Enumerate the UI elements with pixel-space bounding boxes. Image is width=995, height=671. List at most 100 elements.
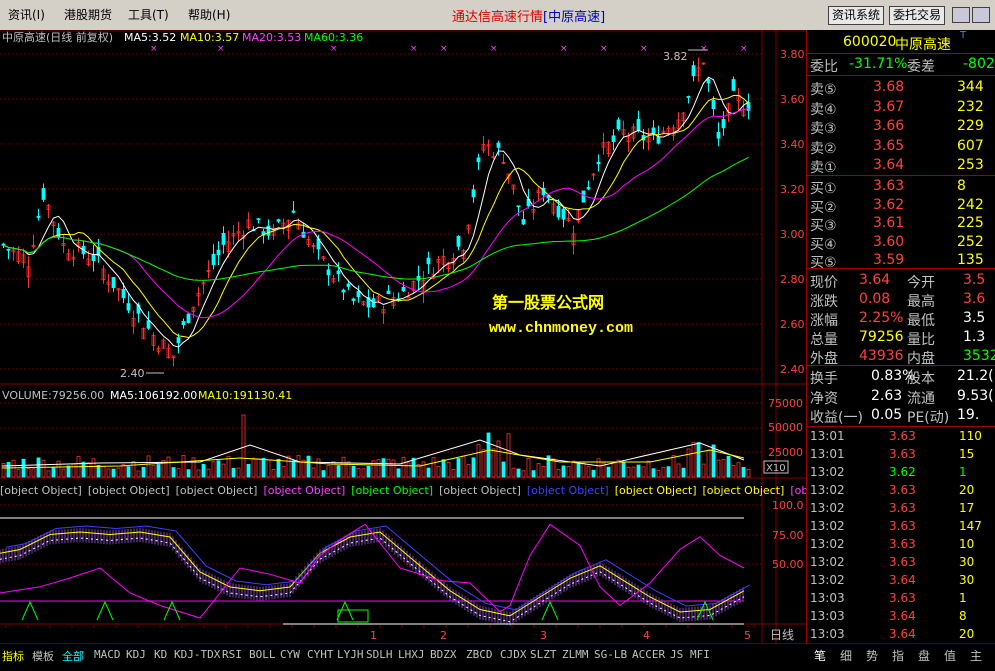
volume-bar: [291, 460, 296, 478]
quote-panel: 600020 中原高速 T 委比 -31.71% 委差 -802 卖⑤ 3.68 3…: [806, 30, 995, 643]
indicator-tab[interactable]: KDJ: [126, 648, 146, 661]
stock-code: 600020: [843, 34, 897, 50]
sell-row[interactable]: 卖② 3.65 607: [807, 136, 995, 157]
indicator-tab[interactable]: CYHT: [307, 648, 334, 661]
indicator-tab[interactable]: SDLH: [366, 648, 393, 661]
quote-tab[interactable]: 笔: [814, 647, 826, 664]
buy-row[interactable]: 买④ 3.60 252: [807, 232, 995, 253]
divider: [807, 268, 995, 269]
quote-tab[interactable]: 指: [892, 647, 904, 664]
volume-bar: [381, 458, 386, 478]
indicator-tab[interactable]: KD: [154, 648, 167, 661]
indicator-tab[interactable]: KDJ-TDX: [174, 648, 220, 661]
price-tick: 2.80: [780, 273, 805, 286]
menu-hk-futures[interactable]: 港股期货: [64, 6, 112, 23]
buy-row[interactable]: 买① 3.63 8: [807, 176, 995, 197]
indicator-header-item: [object Object]: [176, 484, 258, 497]
tick-time: 13:02: [810, 483, 845, 497]
period-label[interactable]: 日线: [770, 628, 794, 642]
indicator-tab[interactable]: 全部: [62, 648, 84, 664]
candle-body: [91, 254, 96, 262]
quote-tab[interactable]: 值: [944, 647, 956, 664]
buy-level: 买⑤: [810, 255, 837, 271]
stat-value: 3.5: [963, 272, 986, 288]
indicator-tab[interactable]: MFI: [690, 648, 710, 661]
sell-level: 卖①: [810, 160, 837, 176]
diff-label: 委差: [907, 59, 935, 75]
sell-row[interactable]: 卖⑤ 3.68 344: [807, 77, 995, 98]
info-system-button[interactable]: 资讯系统: [828, 6, 885, 25]
volume-bar: [741, 467, 746, 478]
indicator-tab[interactable]: 模板: [32, 648, 54, 664]
sell-row[interactable]: 卖④ 3.67 232: [807, 97, 995, 118]
tick-time: 13:03: [810, 591, 845, 605]
indicator-tab[interactable]: LHXJ: [398, 648, 425, 661]
buy-row[interactable]: 买⑤ 3.59 135: [807, 250, 995, 271]
stat-label: PE(动): [907, 410, 950, 426]
indicator-tab[interactable]: ZBCD: [466, 648, 493, 661]
month-label: 5: [744, 629, 751, 642]
menu-help[interactable]: 帮助(H): [188, 6, 230, 23]
candle-body: [731, 79, 736, 91]
sell-row[interactable]: 卖③ 3.66 229: [807, 116, 995, 137]
indicator-header-item: [object Object]: [790, 484, 806, 497]
indicator-tab[interactable]: SG-LB: [594, 648, 627, 661]
volume-bar: [321, 470, 326, 478]
volume-bar: [636, 464, 641, 478]
sell-row[interactable]: 卖① 3.64 253: [807, 155, 995, 176]
indicator-tab[interactable]: ZLMM: [562, 648, 589, 661]
volume-bar: [726, 455, 731, 478]
menu-info[interactable]: 资讯(I): [8, 6, 45, 23]
tick-price: 3.64: [889, 627, 916, 641]
volume-bar: [81, 461, 86, 478]
maximize-icon[interactable]: [972, 7, 990, 23]
tick-price: 3.63: [889, 483, 916, 497]
indicator-tab[interactable]: MACD: [94, 648, 121, 661]
stock-chart[interactable]: × × × × × × × × × × × 中原高速(日线 前复权) MA5:3.52 MA10:3…: [0, 30, 806, 643]
menu-tools[interactable]: 工具(T): [128, 6, 169, 23]
volume-bar: [516, 468, 521, 478]
indicator-tab[interactable]: JS: [670, 648, 683, 661]
stat-value: 21.2(: [957, 368, 994, 384]
trade-button[interactable]: 委托交易: [889, 6, 946, 25]
candle-body: [651, 127, 656, 134]
candle-body: [341, 289, 346, 293]
ma10-label: MA10:3.57: [180, 31, 239, 44]
indicator-tab[interactable]: 指标: [2, 648, 24, 664]
indicator-tab[interactable]: CJDX: [500, 648, 527, 661]
tick-volume: 30: [959, 573, 975, 587]
volume-bar: [666, 466, 671, 478]
indicator-tab[interactable]: SLZT: [530, 648, 557, 661]
buy-row[interactable]: 买③ 3.61 225: [807, 213, 995, 234]
tick-time: 13:01: [810, 447, 845, 461]
buy-row[interactable]: 买② 3.62 242: [807, 195, 995, 216]
sell-price: 3.67: [873, 98, 905, 115]
quote-tab[interactable]: 盘: [918, 647, 930, 664]
quote-tab[interactable]: 主: [970, 647, 982, 664]
candle-body: [356, 290, 361, 298]
indicator-tab[interactable]: BDZX: [430, 648, 457, 661]
indicator-tab[interactable]: BOLL: [249, 648, 276, 661]
candle-body: [611, 135, 616, 143]
signal-mark: ×: [410, 44, 418, 54]
quote-tab[interactable]: 势: [866, 647, 878, 664]
tick-volume: 10: [959, 537, 975, 551]
stat2-row: 换手 0.83% 股本 21.2(: [807, 366, 995, 387]
candle-body: [386, 290, 391, 294]
indicator-tab[interactable]: ACCER: [632, 648, 665, 661]
stat-value: 2.63: [871, 387, 903, 404]
stat-value: 9.53(: [957, 387, 994, 404]
indicator-tab[interactable]: CYW: [280, 648, 300, 661]
volume-bar: [411, 457, 416, 478]
indicator-tab[interactable]: RSI: [222, 648, 242, 661]
minimize-icon[interactable]: [952, 7, 970, 23]
candle-body: [721, 119, 726, 129]
tick-volume: 20: [959, 627, 975, 641]
candle-body: [36, 215, 41, 218]
candle-body: [401, 286, 406, 292]
indicator-tab[interactable]: LYJH: [337, 648, 364, 661]
stat-row: 总量 79256 量比 1.3: [807, 327, 995, 348]
tick-price: 3.63: [889, 447, 916, 461]
volume-axis: 75000 50000 25000: [768, 397, 803, 459]
quote-tab[interactable]: 细: [840, 647, 852, 664]
